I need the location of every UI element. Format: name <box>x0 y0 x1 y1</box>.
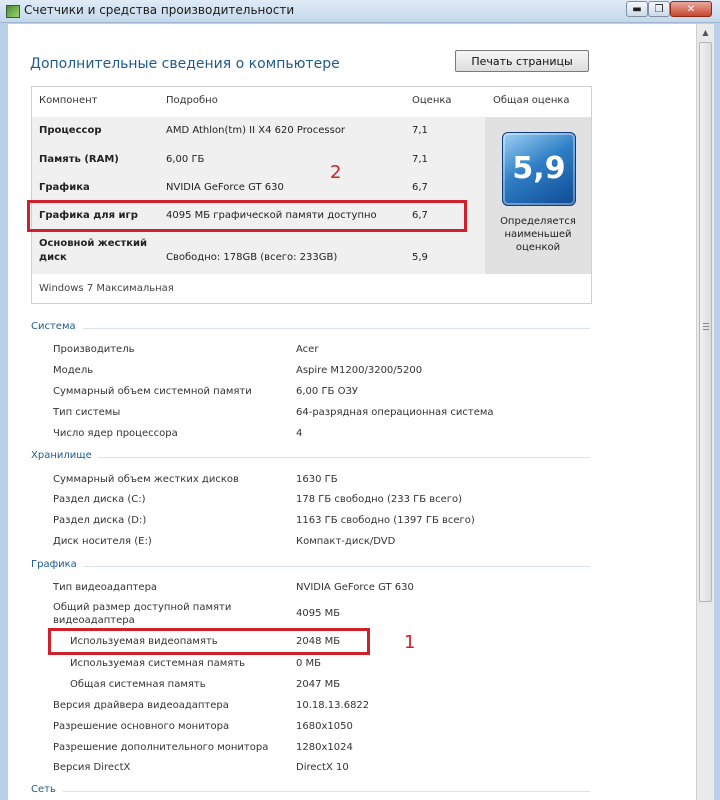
row-memory-score: 7,1 <box>412 154 428 165</box>
section-title-storage: Хранилище <box>31 450 92 461</box>
header-details: Подробно <box>166 95 218 106</box>
annotation-label-1: 1 <box>404 632 416 653</box>
rating-rows-background <box>32 117 485 274</box>
app-icon <box>6 5 20 18</box>
storage-drive-e-label: Диск носителя (E:) <box>53 536 152 547</box>
system-model-value: Aspire M1200/3200/5200 <box>296 365 423 376</box>
header-score: Оценка <box>412 95 452 106</box>
windows-edition: Windows 7 Максимальная <box>39 283 174 294</box>
section-divider <box>83 328 590 329</box>
storage-drive-c-label: Раздел диска (C:) <box>53 494 146 505</box>
row-disk-component-line1: Основной жесткий <box>39 238 148 249</box>
graphics-system-memory-label: Используемая системная память <box>70 658 245 669</box>
row-memory-details: 6,00 ГБ <box>166 154 205 165</box>
system-cores-value: 4 <box>296 428 303 439</box>
window-title: Счетчики и средства производительности <box>24 3 295 17</box>
graphics-secondary-monitor-label: Разрешение дополнительного монитора <box>53 742 269 753</box>
section-title-system: Система <box>31 321 76 332</box>
graphics-total-memory-value: 4095 МБ <box>296 608 341 619</box>
annotation-box-2 <box>27 200 467 232</box>
row-disk-details: Свободно: 178GB (всего: 233GB) <box>166 252 338 263</box>
system-cores-label: Число ядер процессора <box>53 428 178 439</box>
maximize-button[interactable]: ❐ <box>648 1 670 17</box>
graphics-adapter-value: NVIDIA GeForce GT 630 <box>296 582 414 593</box>
annotation-box-1 <box>48 628 370 655</box>
page-title: Дополнительные сведения о компьютере <box>30 56 340 72</box>
overall-score-badge: 5,9 <box>502 132 576 206</box>
close-button[interactable]: ✕ <box>670 1 712 17</box>
section-divider <box>98 457 590 458</box>
overall-score-caption: Определяется наименьшей оценкой <box>490 215 586 254</box>
graphics-driver-version-label: Версия драйвера видеоадаптера <box>53 700 229 711</box>
storage-drive-e-value: Компакт-диск/DVD <box>296 536 396 547</box>
graphics-shared-memory-value: 2047 МБ <box>296 679 341 690</box>
scroll-up-arrow-icon[interactable]: ▲ <box>697 24 714 41</box>
graphics-driver-version-value: 10.18.13.6822 <box>296 700 370 711</box>
graphics-shared-memory-label: Общая системная память <box>70 679 206 690</box>
title-bar[interactable]: Счетчики и средства производительности ▬… <box>0 0 720 23</box>
system-type-label: Тип системы <box>53 407 121 418</box>
storage-total-label: Суммарный объем жестких дисков <box>53 474 239 485</box>
header-component: Компонент <box>39 95 98 106</box>
section-divider <box>63 791 590 792</box>
row-graphics-details: NVIDIA GeForce GT 630 <box>166 182 284 193</box>
row-graphics-component: Графика <box>39 182 90 193</box>
print-page-button[interactable]: Печать страницы <box>455 50 589 72</box>
graphics-adapter-label: Тип видеоадаптера <box>53 582 158 593</box>
graphics-primary-monitor-value: 1680x1050 <box>296 721 353 732</box>
row-processor-component: Процессор <box>39 125 102 136</box>
thumb-grip-icon <box>703 323 709 330</box>
vertical-scrollbar[interactable]: ▲ <box>696 24 714 800</box>
annotation-label-2: 2 <box>330 162 342 183</box>
graphics-primary-monitor-label: Разрешение основного монитора <box>53 721 230 732</box>
storage-total-value: 1630 ГБ <box>296 474 338 485</box>
system-manufacturer-value: Acer <box>296 344 319 355</box>
caption-line-1: Определяется <box>500 216 576 227</box>
storage-drive-d-label: Раздел диска (D:) <box>53 515 147 526</box>
header-overall: Общая оценка <box>493 95 570 106</box>
storage-drive-d-value: 1163 ГБ свободно (1397 ГБ всего) <box>296 515 475 526</box>
storage-drive-c-value: 178 ГБ свободно (233 ГБ всего) <box>296 494 463 505</box>
section-divider <box>83 566 590 567</box>
rating-table: Компонент Подробно Оценка Общая оценка П… <box>31 86 592 304</box>
content-pane: Дополнительные сведения о компьютере Печ… <box>8 24 696 800</box>
row-processor-score: 7,1 <box>412 125 428 136</box>
window: Счетчики и средства производительности ▬… <box>0 0 720 800</box>
system-memory-value: 6,00 ГБ ОЗУ <box>296 386 358 397</box>
system-model-label: Модель <box>53 365 94 376</box>
graphics-system-memory-value: 0 МБ <box>296 658 322 669</box>
graphics-secondary-monitor-value: 1280x1024 <box>296 742 353 753</box>
graphics-total-memory-label-line1: Общий размер доступной памяти <box>53 602 232 613</box>
section-title-graphics: Графика <box>31 559 77 570</box>
row-processor-details: AMD Athlon(tm) II X4 620 Processor <box>166 125 346 136</box>
section-title-network: Сеть <box>31 784 56 795</box>
system-type-value: 64-разрядная операционная система <box>296 407 494 418</box>
row-disk-score: 5,9 <box>412 252 428 263</box>
row-disk-component-line2: диск <box>39 252 67 263</box>
system-memory-label: Суммарный объем системной памяти <box>53 386 252 397</box>
system-manufacturer-label: Производитель <box>53 344 135 355</box>
minimize-button[interactable]: ▬ <box>626 1 648 17</box>
graphics-directx-label: Версия DirectX <box>53 762 131 773</box>
graphics-directx-value: DirectX 10 <box>296 762 349 773</box>
row-graphics-score: 6,7 <box>412 182 428 193</box>
graphics-total-memory-label-line2: видеоадаптера <box>53 615 135 626</box>
caption-line-3: оценкой <box>515 242 561 253</box>
caption-line-2: наименьшей <box>504 229 572 240</box>
scrollbar-thumb[interactable] <box>699 42 712 602</box>
row-memory-component: Память (RAM) <box>39 154 119 165</box>
